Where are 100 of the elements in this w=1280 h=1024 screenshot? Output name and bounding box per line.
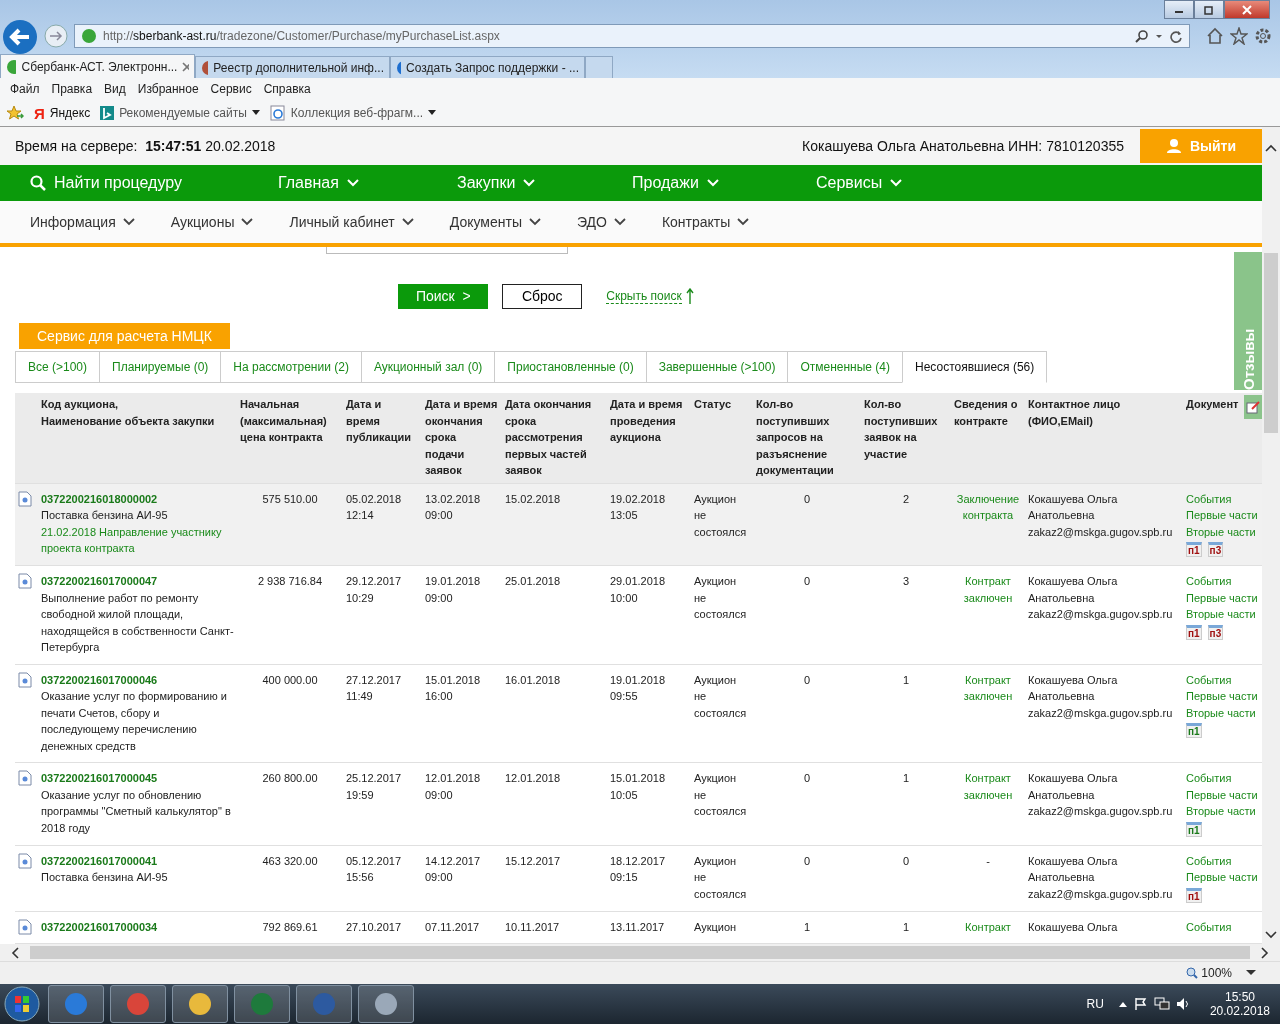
contract-link[interactable]: Контракт заключен [954,671,1022,705]
menu-item[interactable]: Файл [4,82,46,96]
minimize-button[interactable] [1164,0,1194,19]
filter-tab[interactable]: Отмененные (4) [787,351,903,383]
nav-menu-item[interactable]: Закупки [457,174,632,192]
subnav-menu-item[interactable]: Документы [449,214,541,230]
speaker-icon[interactable] [1175,997,1190,1011]
event-note-link[interactable]: 21.02.2018 Направление участнику проекта контракта [41,523,234,557]
star-icon[interactable] [1230,27,1248,45]
forward-icon[interactable] [44,24,68,48]
contract-link[interactable]: Контракт заключен [954,770,1022,803]
address-field[interactable]: http://sberbank-ast.ru/tradezone/Customer/Purchase/myPurchaseList.aspx [74,24,1190,48]
contract-link[interactable]: Заключение контракта [954,490,1022,524]
document-link[interactable]: Вторые части [1186,704,1256,721]
contract-link[interactable]: Контракт заключен [954,573,1022,606]
clock[interactable]: 15:50 20.02.2018 [1209,990,1270,1018]
protocol-badge[interactable]: п1 [1186,887,1202,903]
browser-tab[interactable]: Сбербанк-АСТ. Электронн... [0,54,195,78]
subnav-menu-item[interactable]: Информация [30,214,135,230]
taskbar-app-button[interactable] [48,985,104,1023]
zoom-control[interactable]: 100% [1186,966,1232,980]
favorite-link[interactable]: Рекомендуемые сайты [100,106,260,120]
auction-code-link[interactable]: 0372200216017000047 [41,573,158,590]
document-link[interactable]: Вторые части [1186,606,1256,623]
document-icon[interactable] [18,573,32,589]
document-icon[interactable] [18,770,32,786]
taskbar-app-button[interactable] [110,985,166,1023]
document-link[interactable]: Первые части [1186,869,1258,886]
filter-tab[interactable]: На рассмотрении (2) [220,351,362,383]
input-field[interactable] [326,247,568,254]
auction-code-link[interactable]: 0372200216017000046 [41,671,158,688]
protocol-badge[interactable]: п1 [1186,624,1202,640]
start-button-icon[interactable] [2,984,42,1024]
favorite-link[interactable]: Коллекция веб-фрагм... [269,105,437,121]
auction-code-link[interactable]: 0372200216017000041 [41,852,158,869]
flag-icon[interactable] [1133,997,1148,1011]
menu-item[interactable]: Сервис [204,82,258,96]
taskbar-app-button[interactable] [172,985,228,1023]
document-icon[interactable] [18,671,32,688]
language-indicator[interactable]: RU [1086,997,1104,1011]
taskbar-app-button[interactable] [234,985,290,1023]
protocol-badge[interactable]: п1 [1186,542,1202,557]
subnav-menu-item[interactable]: ЭДО [576,214,626,230]
document-link[interactable]: События [1186,573,1232,590]
taskbar-app-button[interactable] [296,985,352,1023]
document-link[interactable]: События [1186,490,1232,507]
document-link[interactable]: События [1186,770,1232,787]
restore-button[interactable] [1194,0,1224,19]
scrollbar-thumb[interactable] [1264,253,1278,433]
contract-link[interactable]: Контракт [965,918,1011,935]
home-icon[interactable] [1206,27,1224,45]
back-icon[interactable] [2,19,38,55]
menu-item[interactable]: Правка [45,82,99,96]
menu-item[interactable]: Вид [98,82,132,96]
document-link[interactable]: Первые части [1186,507,1258,524]
protocol-badge[interactable]: п1 [1186,821,1202,837]
protocol-badge[interactable]: п3 [1207,542,1224,557]
filter-tab[interactable]: Несостоявшиеся (56) [902,351,1048,383]
subnav-menu-item[interactable]: Личный кабинет [289,214,414,230]
filter-tab[interactable]: Планируемые (0) [99,351,222,383]
filter-tab[interactable]: Завершенные (>100) [645,351,789,383]
edit-button[interactable] [1244,395,1262,419]
search-button[interactable]: Поиск > [398,283,489,309]
document-icon[interactable] [18,918,32,935]
scrollbar-thumb[interactable] [30,946,1250,959]
nav-menu-item[interactable]: Найти процедуру [30,174,278,192]
document-link[interactable]: Первые части [1186,688,1258,705]
tray-arrow-icon[interactable] [1117,1000,1128,1008]
document-link[interactable]: Вторые части [1186,803,1256,820]
auction-code-link[interactable]: 0372200216018000002 [41,490,158,507]
close-icon[interactable] [182,61,189,72]
browser-tab[interactable]: Создать Запрос поддержки - ... [390,56,585,78]
browser-tab[interactable]: Реестр дополнительной инф... [195,56,390,78]
menu-item[interactable]: Избранное [131,82,205,96]
document-link[interactable]: События [1186,918,1232,935]
subnav-menu-item[interactable]: Аукционы [170,214,254,230]
document-link[interactable]: События [1186,852,1232,869]
auction-code-link[interactable]: 0372200216017000034 [41,918,158,935]
auction-code-link[interactable]: 0372200216017000045 [41,770,158,787]
close-button[interactable] [1224,0,1270,19]
subnav-menu-item[interactable]: Контракты [661,214,750,230]
document-link[interactable]: Первые части [1186,589,1258,606]
vertical-scrollbar[interactable] [1262,127,1280,944]
search-icon[interactable] [1135,29,1149,43]
menu-item[interactable]: Справка [257,82,317,96]
document-icon[interactable] [18,490,32,507]
nav-menu-item[interactable]: Главная [278,174,457,192]
hide-search-link[interactable]: Скрыть поиск [606,288,682,304]
document-icon[interactable] [18,852,32,869]
favorite-link[interactable]: Я Яндекс [34,104,91,122]
favorites-star-icon[interactable] [6,105,24,121]
settings-icon[interactable] [1254,27,1272,45]
filter-tab[interactable]: Все (>100) [15,351,101,383]
filter-tab[interactable]: Приостановленные (0) [494,351,647,383]
refresh-icon[interactable] [1169,29,1183,43]
nav-menu-item[interactable]: Сервисы [816,174,903,192]
protocol-badge[interactable]: п3 [1207,624,1224,640]
document-link[interactable]: События [1186,671,1232,688]
document-link[interactable]: Первые части [1186,786,1258,803]
network-icon[interactable] [1153,997,1170,1011]
